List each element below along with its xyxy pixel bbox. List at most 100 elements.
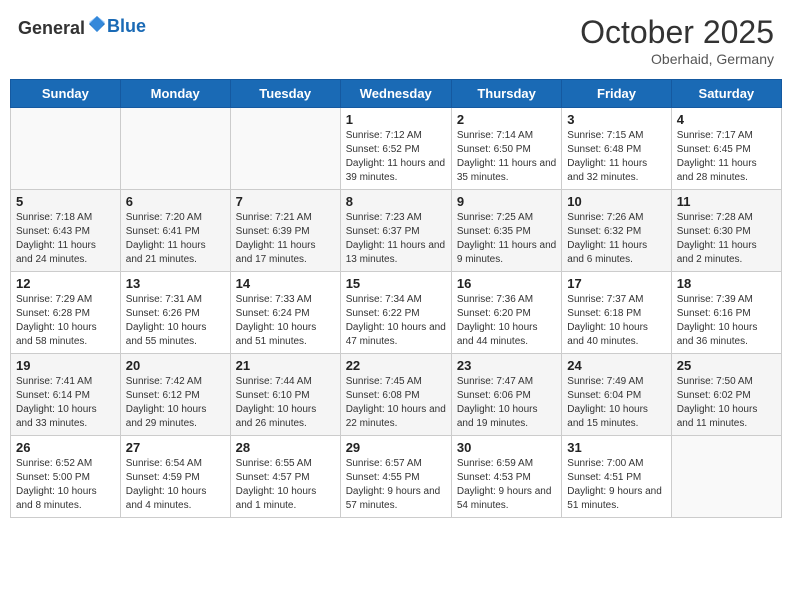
calendar-week-row: 19 Sunrise: 7:41 AM Sunset: 6:14 PM Dayli… [11, 354, 782, 436]
day-number: 8 [346, 194, 446, 209]
calendar-cell: 8 Sunrise: 7:23 AM Sunset: 6:37 PM Daylig… [340, 190, 451, 272]
logo-blue: Blue [107, 16, 146, 36]
page-header: General Blue October 2025 Oberhaid, Germ… [10, 10, 782, 71]
calendar-week-row: 12Sunrise: 7:29 AM Sunset: 6:28 PM Dayli… [11, 272, 782, 354]
calendar-cell: 11 Sunrise: 7:28 AM Sunset: 6:30 PM Dayli… [671, 190, 781, 272]
calendar-cell: 27 Sunrise: 6:54 AM Sunset: 4:59 PM Dayli… [120, 436, 230, 518]
day-number: 9 [457, 194, 556, 209]
calendar-cell: 22Sunrise: 7:45 AM Sunset: 6:08 PM Dayli… [340, 354, 451, 436]
day-number: 3 [567, 112, 665, 127]
day-info: Sunrise: 7:12 AM Sunset: 6:52 PM Dayligh… [346, 129, 446, 185]
day-info: Sunrise: 6:52 AM Sunset: 5:00 PM Dayligh… [16, 457, 115, 513]
day-number: 7 [236, 194, 335, 209]
day-info: Sunrise: 7:37 AM Sunset: 6:18 PM Dayligh… [567, 293, 665, 349]
calendar-cell [671, 436, 781, 518]
day-number: 11 [677, 194, 776, 209]
day-info: Sunrise: 7:50 AM Sunset: 6:02 PM Dayligh… [677, 375, 776, 431]
day-info: Sunrise: 7:14 AM Sunset: 6:50 PM Dayligh… [457, 129, 556, 185]
calendar-cell: 9 Sunrise: 7:25 AM Sunset: 6:35 PM Daylig… [451, 190, 561, 272]
day-info: Sunrise: 7:47 AM Sunset: 6:06 PM Dayligh… [457, 375, 556, 431]
day-number: 27 [126, 440, 225, 455]
day-number: 22 [346, 358, 446, 373]
day-number: 5 [16, 194, 115, 209]
calendar-cell: 18 Sunrise: 7:39 AM Sunset: 6:16 PM Dayli… [671, 272, 781, 354]
calendar-cell: 28 Sunrise: 6:55 AM Sunset: 4:57 PM Dayli… [230, 436, 340, 518]
calendar-table: SundayMondayTuesdayWednesdayThursdayFrid… [10, 79, 782, 518]
col-header-wednesday: Wednesday [340, 80, 451, 108]
day-number: 23 [457, 358, 556, 373]
calendar-cell: 21 Sunrise: 7:44 AM Sunset: 6:10 PM Dayli… [230, 354, 340, 436]
calendar-week-row: 1 Sunrise: 7:12 AM Sunset: 6:52 PM Daylig… [11, 108, 782, 190]
day-number: 28 [236, 440, 335, 455]
day-info: Sunrise: 7:17 AM Sunset: 6:45 PM Dayligh… [677, 129, 776, 185]
day-number: 19 [16, 358, 115, 373]
day-info: Sunrise: 7:26 AM Sunset: 6:32 PM Dayligh… [567, 211, 665, 267]
calendar-week-row: 26 Sunrise: 6:52 AM Sunset: 5:00 PM Dayli… [11, 436, 782, 518]
day-info: Sunrise: 7:21 AM Sunset: 6:39 PM Dayligh… [236, 211, 335, 267]
col-header-tuesday: Tuesday [230, 80, 340, 108]
logo: General Blue [18, 14, 146, 39]
calendar-cell: 10Sunrise: 7:26 AM Sunset: 6:32 PM Dayli… [562, 190, 671, 272]
day-info: Sunrise: 7:41 AM Sunset: 6:14 PM Dayligh… [16, 375, 115, 431]
day-info: Sunrise: 7:44 AM Sunset: 6:10 PM Dayligh… [236, 375, 335, 431]
calendar-cell: 1 Sunrise: 7:12 AM Sunset: 6:52 PM Daylig… [340, 108, 451, 190]
day-info: Sunrise: 7:15 AM Sunset: 6:48 PM Dayligh… [567, 129, 665, 185]
day-info: Sunrise: 6:59 AM Sunset: 4:53 PM Dayligh… [457, 457, 556, 513]
day-info: Sunrise: 6:55 AM Sunset: 4:57 PM Dayligh… [236, 457, 335, 513]
calendar-cell: 15Sunrise: 7:34 AM Sunset: 6:22 PM Dayli… [340, 272, 451, 354]
calendar-cell [230, 108, 340, 190]
day-number: 13 [126, 276, 225, 291]
day-info: Sunrise: 7:39 AM Sunset: 6:16 PM Dayligh… [677, 293, 776, 349]
col-header-saturday: Saturday [671, 80, 781, 108]
calendar-week-row: 5 Sunrise: 7:18 AM Sunset: 6:43 PM Daylig… [11, 190, 782, 272]
calendar-cell: 25 Sunrise: 7:50 AM Sunset: 6:02 PM Dayli… [671, 354, 781, 436]
day-info: Sunrise: 7:36 AM Sunset: 6:20 PM Dayligh… [457, 293, 556, 349]
day-info: Sunrise: 7:29 AM Sunset: 6:28 PM Dayligh… [16, 293, 115, 349]
calendar-cell: 29 Sunrise: 6:57 AM Sunset: 4:55 PM Dayli… [340, 436, 451, 518]
day-number: 25 [677, 358, 776, 373]
calendar-subtitle: Oberhaid, Germany [580, 51, 774, 67]
calendar-cell: 26 Sunrise: 6:52 AM Sunset: 5:00 PM Dayli… [11, 436, 121, 518]
day-info: Sunrise: 6:57 AM Sunset: 4:55 PM Dayligh… [346, 457, 446, 513]
day-number: 21 [236, 358, 335, 373]
calendar-cell: 30 Sunrise: 6:59 AM Sunset: 4:53 PM Dayli… [451, 436, 561, 518]
day-number: 26 [16, 440, 115, 455]
logo-icon [87, 14, 107, 34]
day-number: 31 [567, 440, 665, 455]
day-number: 4 [677, 112, 776, 127]
day-number: 16 [457, 276, 556, 291]
day-info: Sunrise: 7:18 AM Sunset: 6:43 PM Dayligh… [16, 211, 115, 267]
calendar-cell: 16 Sunrise: 7:36 AM Sunset: 6:20 PM Dayli… [451, 272, 561, 354]
calendar-header-row: SundayMondayTuesdayWednesdayThursdayFrid… [11, 80, 782, 108]
calendar-cell: 17 Sunrise: 7:37 AM Sunset: 6:18 PM Dayli… [562, 272, 671, 354]
day-info: Sunrise: 7:34 AM Sunset: 6:22 PM Dayligh… [346, 293, 446, 349]
day-number: 2 [457, 112, 556, 127]
calendar-cell: 6Sunrise: 7:20 AM Sunset: 6:41 PM Daylig… [120, 190, 230, 272]
day-info: Sunrise: 6:54 AM Sunset: 4:59 PM Dayligh… [126, 457, 225, 513]
calendar-cell: 23 Sunrise: 7:47 AM Sunset: 6:06 PM Dayli… [451, 354, 561, 436]
day-number: 18 [677, 276, 776, 291]
calendar-cell: 13 Sunrise: 7:31 AM Sunset: 6:26 PM Dayli… [120, 272, 230, 354]
day-info: Sunrise: 7:31 AM Sunset: 6:26 PM Dayligh… [126, 293, 225, 349]
day-number: 29 [346, 440, 446, 455]
day-info: Sunrise: 7:25 AM Sunset: 6:35 PM Dayligh… [457, 211, 556, 267]
day-number: 17 [567, 276, 665, 291]
day-number: 6 [126, 194, 225, 209]
day-info: Sunrise: 7:23 AM Sunset: 6:37 PM Dayligh… [346, 211, 446, 267]
col-header-thursday: Thursday [451, 80, 561, 108]
calendar-cell: 24Sunrise: 7:49 AM Sunset: 6:04 PM Dayli… [562, 354, 671, 436]
calendar-cell: 20Sunrise: 7:42 AM Sunset: 6:12 PM Dayli… [120, 354, 230, 436]
day-info: Sunrise: 7:42 AM Sunset: 6:12 PM Dayligh… [126, 375, 225, 431]
day-number: 14 [236, 276, 335, 291]
day-number: 24 [567, 358, 665, 373]
logo-general: General [18, 18, 85, 38]
day-info: Sunrise: 7:28 AM Sunset: 6:30 PM Dayligh… [677, 211, 776, 267]
day-number: 30 [457, 440, 556, 455]
title-block: October 2025 Oberhaid, Germany [580, 14, 774, 67]
calendar-cell [120, 108, 230, 190]
day-number: 1 [346, 112, 446, 127]
calendar-cell [11, 108, 121, 190]
col-header-monday: Monday [120, 80, 230, 108]
calendar-cell: 5 Sunrise: 7:18 AM Sunset: 6:43 PM Daylig… [11, 190, 121, 272]
calendar-cell: 14Sunrise: 7:33 AM Sunset: 6:24 PM Dayli… [230, 272, 340, 354]
